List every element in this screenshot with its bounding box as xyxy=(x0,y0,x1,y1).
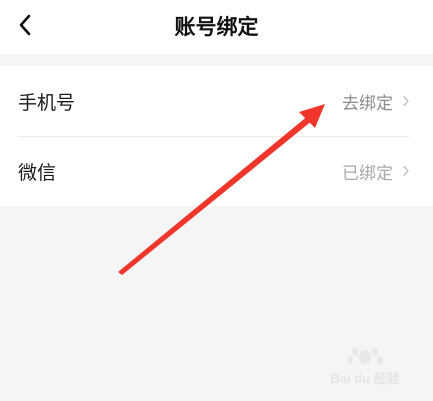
row-status-wechat[interactable]: 已绑定 xyxy=(342,159,393,184)
watermark-text: Bai du 经验 xyxy=(330,371,400,386)
page-title: 账号绑定 xyxy=(174,15,259,39)
nav-bar: 账号绑定 xyxy=(0,0,433,54)
binding-row-wechat[interactable]: 微信 已绑定 xyxy=(0,136,433,206)
binding-list: 手机号 去绑定 微信 已绑定 xyxy=(0,66,433,206)
binding-row-phone[interactable]: 手机号 去绑定 xyxy=(0,66,433,136)
account-binding-screen: 账号绑定 手机号 去绑定 微信 已绑定 Bai du 经验 xyxy=(0,0,433,401)
chevron-right-icon xyxy=(401,164,411,178)
chevron-right-icon xyxy=(401,94,411,108)
watermark-logo: Bai du 经验 xyxy=(330,348,401,386)
row-status-phone[interactable]: 去绑定 xyxy=(342,89,393,114)
row-label-phone: 手机号 xyxy=(18,91,76,114)
row-label-wechat: 微信 xyxy=(18,161,57,184)
